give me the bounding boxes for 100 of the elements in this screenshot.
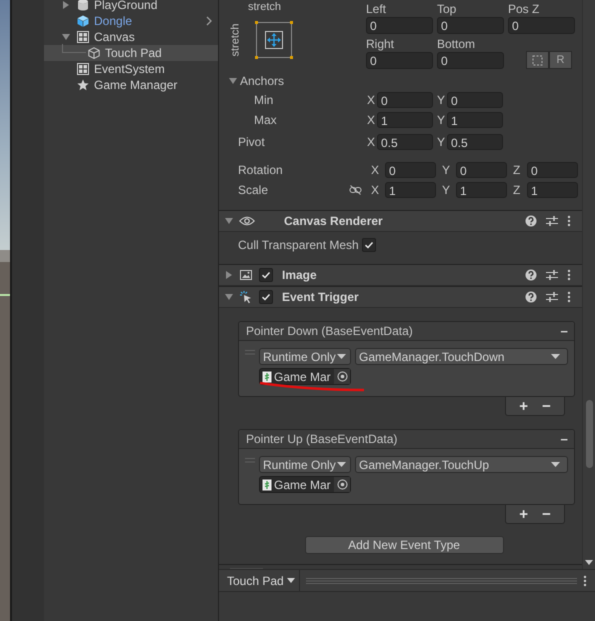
checkbox[interactable]: [362, 238, 376, 252]
chevron-right-icon[interactable]: [206, 16, 212, 26]
drag-handle-icon[interactable]: [245, 458, 255, 463]
checkbox[interactable]: [259, 268, 273, 282]
foldout-arrow-icon[interactable]: [225, 293, 233, 301]
dashed-square-icon: [532, 54, 543, 66]
eye-icon: [239, 216, 255, 226]
number-field[interactable]: 0.5: [447, 134, 503, 150]
more-icon[interactable]: [583, 574, 587, 586]
function-dropdown[interactable]: GameManager.TouchDown: [355, 348, 568, 365]
number-field[interactable]: 0: [527, 162, 578, 178]
preset-label: stretch: [229, 24, 241, 56]
number-field[interactable]: 0: [366, 17, 433, 34]
cube-icon: [77, 15, 89, 27]
hierarchy-item[interactable]: EventSystem: [44, 61, 218, 77]
event-title: Pointer Up (BaseEventData): [246, 431, 398, 447]
caret-icon: [551, 354, 560, 360]
field-label: Left: [366, 1, 388, 17]
component-title[interactable]: Image: [282, 268, 317, 282]
number-field[interactable]: 1: [385, 182, 436, 198]
more-icon[interactable]: [567, 269, 571, 281]
help-icon[interactable]: [525, 269, 537, 281]
checkmark-icon: [261, 292, 271, 302]
number-field[interactable]: 0: [447, 92, 503, 108]
number-field[interactable]: 1: [377, 112, 433, 128]
property-label: Rotation: [237, 162, 284, 178]
number-field[interactable]: 0: [456, 162, 507, 178]
component-title[interactable]: Canvas Renderer: [284, 214, 383, 228]
object-field[interactable]: Game Mar: [259, 476, 351, 493]
sliders-icon[interactable]: [546, 269, 558, 281]
number-field[interactable]: 1: [527, 182, 578, 198]
property-label: Scale: [237, 182, 270, 198]
number-field[interactable]: 0: [437, 17, 504, 34]
number-field[interactable]: 0: [366, 52, 433, 69]
hierarchy-item[interactable]: Canvas: [44, 29, 218, 45]
expand-arrow-icon[interactable]: [62, 33, 70, 41]
checkbox[interactable]: [259, 290, 273, 304]
property-label: Min: [253, 92, 274, 108]
hierarchy-item[interactable]: Dongle: [44, 13, 218, 29]
blueprint-mode-button[interactable]: [526, 51, 549, 69]
axis-label: X: [367, 135, 376, 149]
axis-label: Z: [513, 163, 522, 177]
help-icon[interactable]: [525, 291, 537, 303]
object-picker-icon[interactable]: [336, 479, 348, 490]
number-field[interactable]: 0: [385, 162, 436, 178]
more-icon[interactable]: [567, 215, 571, 227]
help-icon[interactable]: [525, 215, 537, 227]
hierarchy-item[interactable]: Game Manager: [44, 77, 218, 93]
drag-handle-icon[interactable]: [245, 350, 255, 355]
number-field[interactable]: 0: [377, 92, 433, 108]
add-button[interactable]: +: [515, 398, 532, 414]
component-title[interactable]: Event Trigger: [282, 290, 359, 304]
field-label: Bottom: [437, 36, 476, 52]
object-picker-icon[interactable]: [336, 371, 348, 382]
scrollbar-thumb[interactable]: [586, 400, 593, 468]
axis-label: Y: [437, 113, 446, 127]
more-icon[interactable]: [567, 291, 571, 303]
number-field[interactable]: 1: [456, 182, 507, 198]
runtime-dropdown[interactable]: Runtime Only: [259, 456, 351, 473]
field-label: Top: [437, 1, 458, 17]
resize-grip[interactable]: [306, 576, 577, 584]
add-event-type-button[interactable]: Add New Event Type: [304, 536, 504, 554]
axis-label: Y: [437, 135, 446, 149]
script-icon: [262, 478, 272, 490]
hierarchy-item[interactable]: Touch Pad: [44, 45, 218, 61]
foldout-arrow-icon[interactable]: [229, 77, 237, 85]
star-icon: [77, 79, 89, 91]
number-field[interactable]: 0: [437, 52, 504, 69]
cube-outline-icon: [88, 47, 100, 59]
anchor-preset-icon[interactable]: [255, 21, 293, 59]
hierarchy-item[interactable]: PlayGround: [44, 0, 218, 13]
cursor-click-icon: [239, 290, 253, 304]
tree-line: [62, 44, 88, 54]
number-field[interactable]: 1: [447, 112, 503, 128]
preset-label: stretch: [248, 1, 282, 13]
remove-button[interactable]: −: [538, 398, 555, 414]
axis-label: Z: [513, 183, 522, 197]
caret-icon: [551, 462, 560, 468]
property-label: Max: [253, 112, 278, 128]
sliders-icon[interactable]: [546, 291, 558, 303]
add-button[interactable]: +: [515, 506, 532, 522]
axis-label: X: [367, 93, 376, 107]
foldout-label[interactable]: Anchors: [240, 73, 284, 89]
expand-arrow-icon[interactable]: [62, 1, 70, 9]
remove-button[interactable]: −: [538, 506, 555, 522]
sliders-icon[interactable]: [546, 215, 558, 227]
number-field[interactable]: 0.5: [377, 134, 433, 150]
scroll-down-icon[interactable]: [585, 560, 593, 566]
grid-icon: [77, 63, 89, 75]
foldout-arrow-icon[interactable]: [225, 271, 233, 279]
function-dropdown[interactable]: GameManager.TouchUp: [355, 456, 568, 473]
number-field[interactable]: 0: [508, 17, 575, 34]
object-field[interactable]: Game Mar: [259, 368, 351, 385]
remove-event-button[interactable]: −: [560, 432, 568, 446]
runtime-dropdown[interactable]: Runtime Only: [259, 348, 351, 365]
cylinder-icon: [77, 0, 89, 11]
foldout-arrow-icon[interactable]: [225, 217, 233, 225]
axis-label: X: [367, 113, 376, 127]
unlinked-icon[interactable]: [349, 185, 362, 195]
remove-event-button[interactable]: −: [560, 324, 568, 338]
